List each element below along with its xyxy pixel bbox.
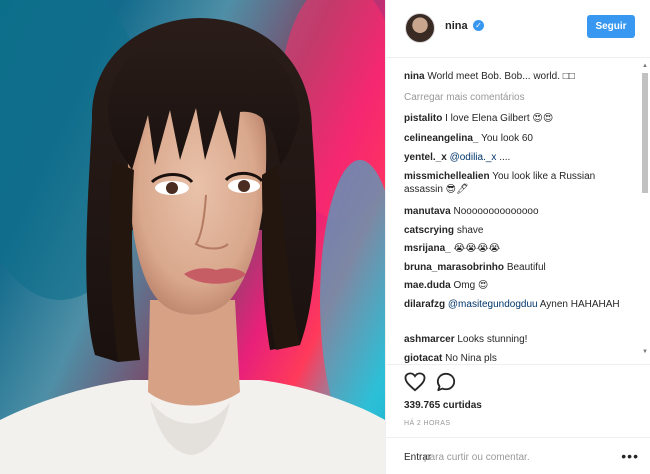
load-more-comments-link[interactable]: Carregar mais comentários — [404, 91, 634, 104]
comment-item: ashmarcer Looks stunning! — [404, 333, 634, 346]
verified-badge-icon: ✓ — [473, 20, 484, 31]
post-actions: 339.765 curtidas HÁ 2 HORAS Entrar para … — [386, 364, 650, 474]
comment-username[interactable]: catscrying — [404, 225, 454, 236]
scroll-down-icon[interactable]: ▼ — [642, 349, 648, 355]
comment-username[interactable]: mae.duda — [404, 280, 451, 291]
likes-count[interactable]: 339.765 curtidas — [404, 400, 482, 411]
comment-icon[interactable] — [436, 372, 456, 392]
comment-item: mae.duda Omg 😍 — [404, 279, 634, 292]
post-photo[interactable] — [0, 0, 385, 474]
comment-item: missmichellealien You look like a Russia… — [404, 170, 634, 196]
comment-item: msrijana_ 😭😭😭😭 — [404, 242, 634, 255]
comment-item: celineangelina_ You look 60 — [404, 132, 634, 145]
caption-username[interactable]: nina — [404, 71, 425, 82]
comment-username[interactable]: pistalito — [404, 113, 442, 124]
add-comment-section: Entrar para curtir ou comentar. ••• — [386, 437, 650, 474]
comment-item: bruna_marasobrinho Beautiful — [404, 261, 634, 274]
comments-list: nina World meet Bob. Bob... world. □□ Ca… — [386, 58, 650, 364]
comment-text: Noooooooooooooo — [453, 206, 539, 217]
comment-text: Beautiful — [506, 262, 546, 273]
post-header: nina ✓ Seguir — [386, 0, 650, 58]
more-options-icon[interactable]: ••• — [621, 448, 639, 464]
post-timestamp[interactable]: HÁ 2 HORAS — [404, 420, 450, 427]
comment-prompt: para curtir ou comentar. — [424, 452, 530, 463]
post-details-panel: nina ✓ Seguir nina World meet Bob. Bob..… — [385, 0, 650, 474]
portrait-illustration — [0, 0, 385, 474]
scroll-up-icon[interactable]: ▲ — [642, 63, 648, 69]
comment-text: Omg 😍 — [453, 280, 489, 291]
comment-text: Aynen HAHAHAH — [537, 299, 620, 310]
comment-item: catscrying shave — [404, 224, 634, 237]
comment-username[interactable]: bruna_marasobrinho — [404, 262, 504, 273]
comment-text: shave — [456, 225, 484, 236]
comment-text: You look 60 — [481, 133, 533, 144]
comment-text: 😭😭😭😭 — [453, 243, 501, 254]
comment-text: Looks stunning! — [457, 334, 528, 345]
caption: nina World meet Bob. Bob... world. □□ — [404, 70, 634, 83]
comment-text: .... — [496, 152, 511, 163]
comment-item: giotacat No Nina pls — [404, 352, 634, 364]
comment-username[interactable]: giotacat — [404, 353, 442, 364]
comment-mention[interactable]: @masitegundogduu — [448, 299, 538, 310]
scrollbar-thumb[interactable] — [642, 73, 648, 193]
comment-username[interactable]: manutava — [404, 206, 451, 217]
heart-icon[interactable] — [404, 372, 426, 392]
comments-scrollbar[interactable]: ▲ ▼ — [642, 63, 648, 355]
comment-username[interactable]: msrijana_ — [404, 243, 451, 254]
avatar[interactable] — [405, 13, 435, 43]
comment-username[interactable]: celineangelina_ — [404, 133, 478, 144]
follow-button[interactable]: Seguir — [587, 15, 635, 38]
header-username[interactable]: nina — [445, 20, 468, 32]
caption-text: World meet Bob. Bob... world. □□ — [427, 71, 575, 82]
comment-item: dilarafzg @masitegundogduu Aynen HAHAHAH — [404, 298, 634, 311]
comment-item: manutava Noooooooooooooo — [404, 205, 634, 218]
comment-username[interactable]: ashmarcer — [404, 334, 455, 345]
comment-username[interactable]: missmichellealien — [404, 171, 490, 182]
comment-item: yentel._x @odilia._x .... — [404, 151, 634, 164]
comment-item: pistalito I love Elena Gilbert 😍😍 — [404, 112, 634, 125]
comment-username[interactable]: yentel._x — [404, 152, 447, 163]
comment-text: No Nina pls — [445, 353, 497, 364]
comment-username[interactable]: dilarafzg — [404, 299, 445, 310]
comment-text: I love Elena Gilbert 😍😍 — [445, 113, 554, 124]
instagram-post-modal: nina ✓ Seguir nina World meet Bob. Bob..… — [0, 0, 650, 474]
comment-mention[interactable]: @odilia._x — [450, 152, 497, 163]
